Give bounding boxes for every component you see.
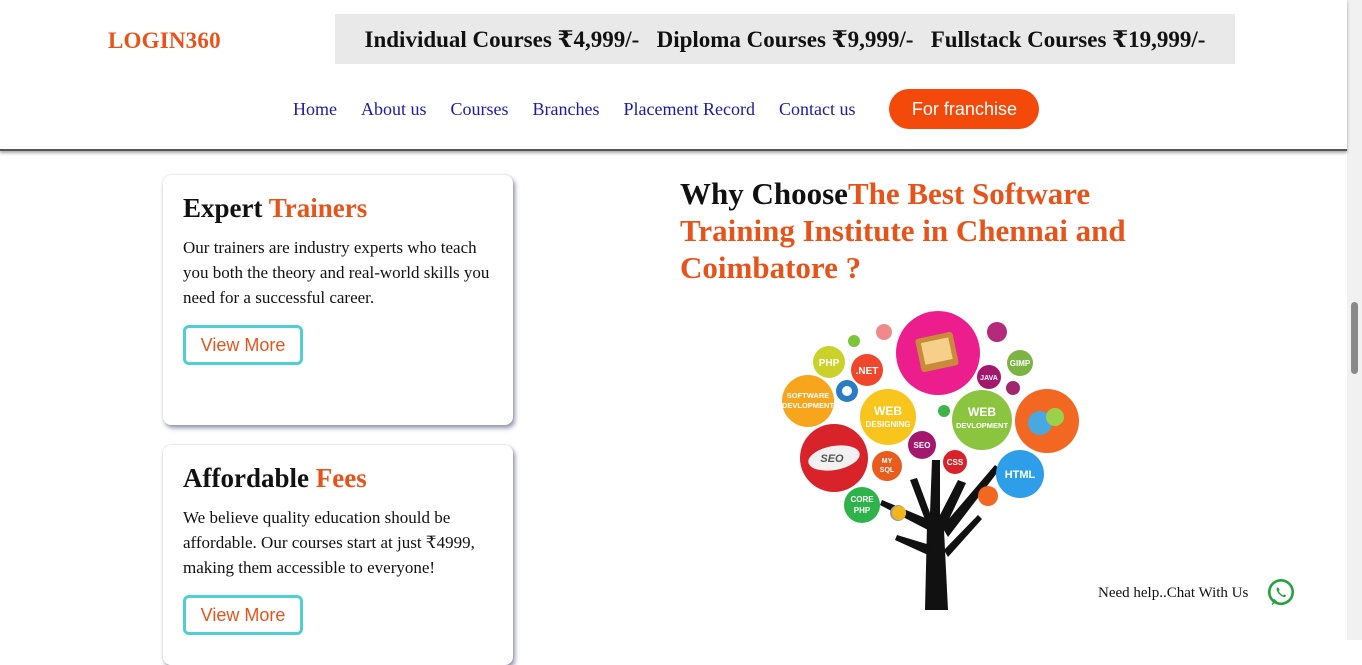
card-body: Our trainers are industry experts who te… bbox=[183, 238, 490, 307]
whatsapp-icon[interactable] bbox=[1266, 578, 1296, 608]
feature-card-trainers: Expert Trainers Our trainers are industr… bbox=[163, 175, 513, 425]
web-devlopment-label-1: WEB bbox=[968, 405, 996, 419]
franchise-button[interactable]: For franchise bbox=[889, 89, 1040, 129]
price-banner: Individual Courses ₹4,999/- Diploma Cour… bbox=[335, 14, 1235, 64]
site-logo[interactable]: LOGIN360 bbox=[108, 28, 221, 54]
card-body: We believe quality education should be a… bbox=[183, 508, 475, 577]
site-header: LOGIN360 Individual Courses ₹4,999/- Dip… bbox=[0, 0, 1347, 151]
chat-widget[interactable]: Need help..Chat With Us bbox=[1098, 578, 1296, 608]
view-more-button[interactable]: View More bbox=[183, 595, 303, 635]
card-title: Expert Trainers bbox=[183, 193, 367, 224]
nav-courses[interactable]: Courses bbox=[451, 99, 509, 120]
price-individual: Individual Courses ₹4,999/- bbox=[364, 26, 640, 52]
technology-tree-illustration: PHP .NET SOFTWARE DEVLOPMENT WEB DESIGNI… bbox=[782, 311, 1079, 610]
feature-card-fees: Affordable Fees We believe quality educa… bbox=[163, 445, 513, 665]
chat-label[interactable]: Need help..Chat With Us bbox=[1098, 585, 1248, 602]
software-dev-label-1: SOFTWARE bbox=[787, 391, 830, 400]
nav-placement-record[interactable]: Placement Record bbox=[624, 99, 755, 120]
mysql-label-2: SQL bbox=[880, 467, 895, 474]
html-label: HTML bbox=[1005, 469, 1036, 481]
seo-big-label: SEO bbox=[820, 453, 844, 465]
core-php-bubble bbox=[844, 487, 880, 523]
main-nav: Home About us Courses Branches Placement… bbox=[293, 89, 1040, 129]
nav-branches[interactable]: Branches bbox=[533, 99, 600, 120]
card-title-lead: Affordable bbox=[183, 463, 309, 493]
core-php-label-2: PHP bbox=[854, 506, 871, 515]
mysql-label-1: MY bbox=[882, 458, 893, 465]
web-designing-label-1: WEB bbox=[874, 404, 902, 418]
gimp-label: GIMP bbox=[1010, 359, 1031, 368]
mysql-bubble bbox=[872, 451, 902, 481]
scrollbar-thumb[interactable] bbox=[1351, 302, 1358, 374]
view-more-button[interactable]: View More bbox=[183, 325, 303, 365]
card-title: Affordable Fees bbox=[183, 463, 367, 494]
java-label: JAVA bbox=[980, 375, 998, 382]
nav-contact-us[interactable]: Contact us bbox=[779, 99, 856, 120]
software-dev-label-2: DEVLOPMENT bbox=[782, 401, 835, 410]
card-title-accent: Fees bbox=[315, 463, 367, 493]
seo-small-label: SEO bbox=[914, 441, 931, 450]
card-title-accent: Trainers bbox=[268, 193, 368, 223]
web-designing-label-2: DESIGNING bbox=[866, 420, 911, 429]
page-scrollbar[interactable] bbox=[1347, 0, 1362, 640]
nav-home[interactable]: Home bbox=[293, 99, 337, 120]
price-diploma: Diploma Courses ₹9,999/- bbox=[656, 26, 914, 52]
web-devlopment-label-2: DEVLOPMENT bbox=[956, 421, 1009, 430]
tree-trunk bbox=[880, 460, 1000, 610]
price-fullstack: Fullstack Courses ₹19,999/- bbox=[930, 26, 1206, 52]
css-label: CSS bbox=[947, 458, 964, 467]
core-php-label-1: CORE bbox=[850, 495, 874, 504]
php-label: PHP bbox=[819, 358, 840, 369]
why-lead: Why Choose bbox=[680, 176, 848, 211]
net-label: .NET bbox=[856, 366, 879, 377]
nav-about-us[interactable]: About us bbox=[361, 99, 427, 120]
why-choose-heading: Why ChooseThe Best Software Training Ins… bbox=[680, 175, 1200, 286]
web-devlopment-bubble bbox=[952, 390, 1012, 450]
card-title-lead: Expert bbox=[183, 193, 263, 223]
